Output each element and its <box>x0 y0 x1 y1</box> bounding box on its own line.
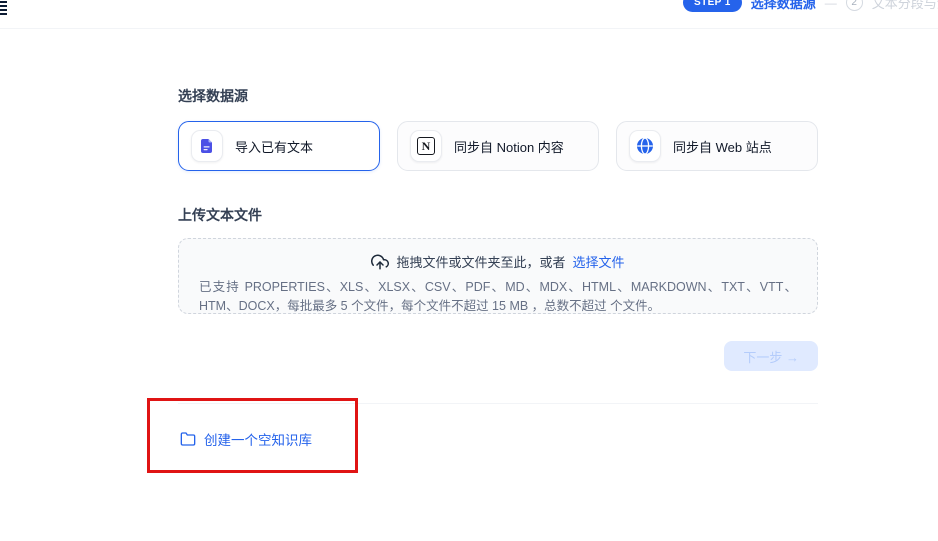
dropzone-text: 拖拽文件或文件夹至此，或者 <box>396 252 565 271</box>
main-content: 选择数据源 导入已有文本 N 同步自 Notion 内容 <box>178 86 818 404</box>
step-indicator: STEP 1 选择数据源 — 2 文本分段与清 <box>683 0 938 12</box>
create-empty-kb-label: 创建一个空知识库 <box>204 429 312 449</box>
folder-icon <box>180 431 196 447</box>
datasource-option-import-text[interactable]: 导入已有文本 <box>178 121 380 171</box>
step-separator: — <box>825 0 837 10</box>
step1-label: 选择数据源 <box>751 0 816 12</box>
next-step-button[interactable]: 下一步 → <box>724 341 818 371</box>
datasource-option-label: 同步自 Notion 内容 <box>454 137 564 156</box>
top-bar: STEP 1 选择数据源 — 2 文本分段与清 <box>0 0 938 29</box>
create-knowledge-page: STEP 1 选择数据源 — 2 文本分段与清 选择数据源 导入已有文本 <box>0 0 938 541</box>
globe-icon <box>629 130 661 162</box>
browse-files-link[interactable]: 选择文件 <box>573 252 625 271</box>
datasource-heading: 选择数据源 <box>178 86 818 106</box>
notion-icon: N <box>410 130 442 162</box>
actions-row: 下一步 → <box>178 341 818 371</box>
datasource-options: 导入已有文本 N 同步自 Notion 内容 同步自 Web 站点 <box>178 121 818 171</box>
file-dropzone[interactable]: 拖拽文件或文件夹至此，或者 选择文件 已支持 PROPERTIES、XLS、XL… <box>178 238 818 314</box>
menu-fragment-icon <box>0 1 7 15</box>
step2-number: 2 <box>846 0 863 11</box>
supported-formats-hint: 已支持 PROPERTIES、XLS、XLSX、CSV、PDF、MD、MDX、H… <box>199 278 797 317</box>
step1-badge: STEP 1 <box>683 0 742 12</box>
create-empty-kb-link[interactable]: 创建一个空知识库 <box>180 429 312 449</box>
upload-cloud-icon <box>371 253 389 271</box>
datasource-option-notion[interactable]: N 同步自 Notion 内容 <box>397 121 599 171</box>
datasource-option-label: 导入已有文本 <box>235 137 313 156</box>
step2-label: 文本分段与清 <box>872 0 938 12</box>
upload-heading: 上传文本文件 <box>178 205 818 225</box>
datasource-option-label: 同步自 Web 站点 <box>673 137 772 156</box>
file-text-icon <box>191 130 223 162</box>
datasource-option-web[interactable]: 同步自 Web 站点 <box>616 121 818 171</box>
